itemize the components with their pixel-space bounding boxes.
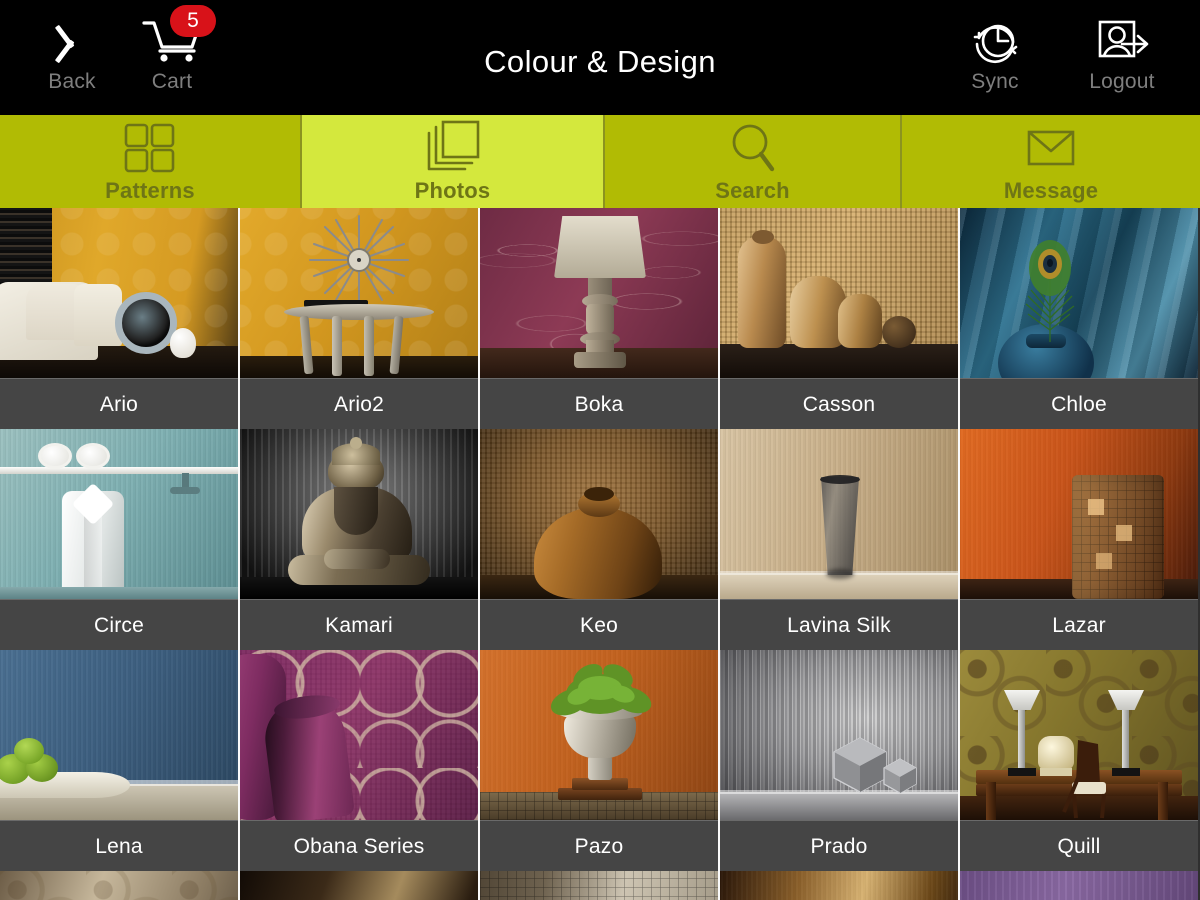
photo-grid: Ario Ario2 Boka Casson Chloe Circe Kamar… [0, 208, 1200, 900]
grid-item-caption: Casson [720, 378, 958, 429]
grid-item-caption: Boka [480, 378, 718, 429]
tab-patterns[interactable]: Patterns [0, 115, 302, 208]
grid-item-caption: Circe [0, 599, 238, 650]
thumbnail-lavina-silk[interactable] [720, 429, 958, 599]
grid-item-caption: Chloe [960, 378, 1198, 429]
magnifier-icon [732, 124, 774, 172]
stacked-photos-icon [427, 120, 479, 171]
thumbnail-kamari[interactable] [240, 429, 478, 599]
grid-item[interactable] [480, 871, 720, 900]
grid-item[interactable]: Kamari [240, 429, 480, 650]
app-header: Back 5 Cart Colour & Design Sync Logout [0, 0, 1200, 115]
grid-item-caption: Ario [0, 378, 238, 429]
thumbnail-lena[interactable] [0, 650, 238, 820]
thumbnail-circe[interactable] [0, 429, 238, 599]
grid-item[interactable] [720, 871, 960, 900]
grid-item[interactable]: Circe [0, 429, 240, 650]
grid-item[interactable]: Lazar [960, 429, 1200, 650]
grid-item-caption: Lavina Silk [720, 599, 958, 650]
grid-item[interactable]: Casson [720, 208, 960, 429]
cart-badge: 5 [170, 5, 216, 37]
tab-patterns-label: Patterns [105, 178, 195, 203]
grid-item-caption: Prado [720, 820, 958, 871]
thumbnail-partial-1[interactable] [0, 871, 238, 900]
grid-item[interactable] [0, 871, 240, 900]
thumbnail-prado[interactable] [720, 650, 958, 820]
tab-search-label: Search [715, 178, 790, 203]
thumbnail-pazo[interactable] [480, 650, 718, 820]
grid-item[interactable]: Lena [0, 650, 240, 871]
grid-item-caption: Lena [0, 820, 238, 871]
grid-item[interactable]: Obana Series [240, 650, 480, 871]
app-root: Back 5 Cart Colour & Design Sync Logout … [0, 0, 1200, 900]
grid-item-caption: Keo [480, 599, 718, 650]
grid-item[interactable]: Boka [480, 208, 720, 429]
grid-item-caption: Quill [960, 820, 1198, 871]
thumbnail-partial-2[interactable] [240, 871, 478, 900]
grid-item[interactable]: Quill [960, 650, 1200, 871]
thumbnail-casson[interactable] [720, 208, 958, 378]
thumbnail-partial-4[interactable] [720, 871, 958, 900]
thumbnail-partial-3[interactable] [480, 871, 718, 900]
tab-message-label: Message [1003, 178, 1099, 203]
thumbnail-keo[interactable] [480, 429, 718, 599]
tab-bar: Patterns Photos Search Message [0, 115, 1200, 208]
envelope-icon [1027, 130, 1075, 166]
thumbnail-chloe[interactable] [960, 208, 1198, 378]
sync-button[interactable]: Sync [935, 14, 1055, 94]
tab-message[interactable]: Message [902, 115, 1200, 208]
logout-user-icon [1098, 20, 1149, 58]
thumbnail-ario[interactable] [0, 208, 238, 378]
sync-clock-icon [973, 24, 1018, 64]
thumbnail-lazar[interactable] [960, 429, 1198, 599]
grid-item-caption: Ario2 [240, 378, 478, 429]
grid-item-caption: Pazo [480, 820, 718, 871]
tab-search[interactable]: Search [605, 115, 902, 208]
tab-photos-label: Photos [414, 178, 491, 203]
sync-button-label: Sync [971, 70, 1019, 93]
tab-photos[interactable]: Photos [302, 115, 605, 208]
grid-item[interactable] [240, 871, 480, 900]
grid-item[interactable]: Chloe [960, 208, 1200, 429]
grid-item[interactable]: Pazo [480, 650, 720, 871]
logout-button[interactable]: Logout [1062, 14, 1182, 94]
grid-item[interactable]: Ario [0, 208, 240, 429]
thumbnail-ario2[interactable] [240, 208, 478, 378]
grid-item[interactable]: Prado [720, 650, 960, 871]
logout-button-label: Logout [1089, 70, 1155, 93]
grid-item-caption: Lazar [960, 599, 1198, 650]
grid-item[interactable]: Ario2 [240, 208, 480, 429]
thumbnail-partial-5[interactable] [960, 871, 1198, 900]
thumbnail-quill[interactable] [960, 650, 1198, 820]
thumbnail-boka[interactable] [480, 208, 718, 378]
thumbnail-obana-series[interactable] [240, 650, 478, 820]
grid-item-caption: Obana Series [240, 820, 478, 871]
grid-item[interactable] [960, 871, 1200, 900]
grid-item[interactable]: Lavina Silk [720, 429, 960, 650]
grid-item[interactable]: Keo [480, 429, 720, 650]
grid-four-squares-icon [124, 123, 175, 173]
grid-item-caption: Kamari [240, 599, 478, 650]
